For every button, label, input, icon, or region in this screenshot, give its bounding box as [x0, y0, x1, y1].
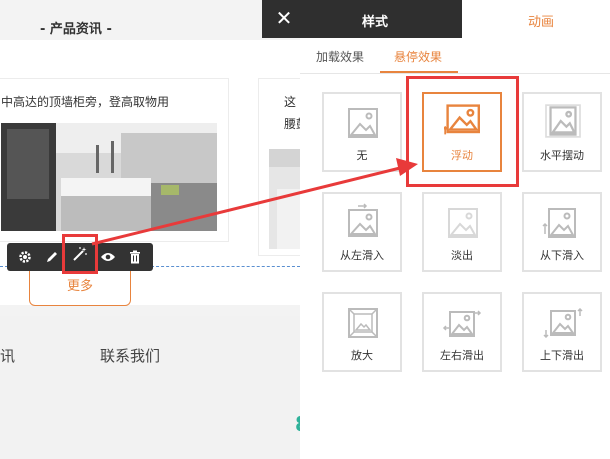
image-slide-vertical-icon — [543, 308, 583, 338]
magic-wand-icon — [73, 247, 87, 261]
kitchen-photo — [1, 123, 217, 231]
subtab-hover-effect[interactable]: 悬停效果 — [394, 48, 442, 65]
active-subtab-indicator — [380, 71, 458, 73]
effect-subtabs: 加载效果 悬停效果 — [300, 38, 610, 74]
gear-icon — [18, 251, 31, 263]
subtab-load-effect[interactable]: 加载效果 — [316, 48, 364, 65]
effect-label: 浮动 — [451, 149, 473, 162]
image-icon — [348, 108, 378, 138]
preview-button[interactable] — [96, 245, 120, 269]
animation-effect-button[interactable] — [61, 234, 98, 274]
effect-label: 水平摆动 — [540, 149, 584, 162]
image-zoom-icon — [348, 308, 378, 338]
effect-zoom[interactable]: 放大 — [322, 292, 402, 372]
section-title: - 产品资讯 - — [40, 22, 112, 37]
eye-icon — [101, 253, 116, 261]
image-fade-icon — [448, 208, 478, 238]
settings-button[interactable] — [13, 245, 37, 269]
effect-label: 从左滑入 — [340, 249, 384, 262]
effect-label: 从下滑入 — [540, 249, 584, 262]
panel-header: ✕ 样式 动画 — [262, 0, 610, 38]
module-toolbar — [7, 234, 153, 274]
effect-label: 左右滑出 — [440, 349, 484, 362]
effect-slide-out-vertical[interactable]: 上下滑出 — [522, 292, 602, 372]
effects-panel: 加载效果 悬停效果 无 浮动 水平摆动 从左滑入 淡出 从下滑入 放大 左右滑出… — [300, 38, 610, 459]
effect-label: 放大 — [351, 349, 373, 362]
news-card[interactable]: 中高达的顶墙柜旁，登高取物用 — [0, 78, 229, 242]
image-slide-right-icon — [348, 203, 378, 237]
effect-slide-in-left[interactable]: 从左滑入 — [322, 192, 402, 272]
image-slide-horizontal-icon — [442, 310, 482, 337]
trash-icon — [130, 250, 141, 264]
delete-button[interactable] — [123, 245, 147, 269]
pencil-icon — [46, 252, 57, 262]
close-icon[interactable]: ✕ — [272, 6, 296, 30]
footer-nav-contact[interactable]: 联系我们 — [100, 345, 160, 366]
effect-none[interactable]: 无 — [322, 92, 402, 172]
tab-style[interactable]: 样式 — [362, 11, 388, 30]
image-up-icon — [444, 104, 480, 135]
footer-nav-news[interactable]: 讯 — [0, 345, 15, 366]
edit-button[interactable] — [40, 245, 64, 269]
image-slide-up-icon — [542, 208, 576, 238]
tab-animation[interactable]: 动画 — [528, 11, 554, 30]
news-card-text: 中高达的顶墙柜旁，登高取物用 — [1, 95, 170, 109]
effect-slide-out-horizontal[interactable]: 左右滑出 — [422, 292, 502, 372]
effect-label: 无 — [356, 149, 368, 162]
effect-label: 上下滑出 — [540, 349, 584, 362]
image-swing-icon — [545, 104, 581, 138]
effect-horizontal-swing[interactable]: 水平摆动 — [522, 92, 602, 172]
effect-slide-in-bottom[interactable]: 从下滑入 — [522, 192, 602, 272]
effect-label: 淡出 — [451, 249, 473, 262]
effect-fade-out[interactable]: 淡出 — [422, 192, 502, 272]
effect-float[interactable]: 浮动 — [422, 92, 502, 172]
more-button[interactable]: 更多 — [29, 268, 131, 306]
